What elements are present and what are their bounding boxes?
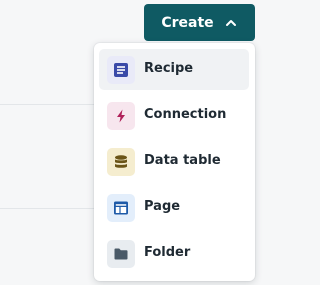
chevron-up-icon bbox=[225, 19, 236, 26]
database-icon bbox=[107, 148, 135, 176]
menu-item-connection[interactable]: Connection bbox=[99, 95, 249, 136]
lightning-icon bbox=[107, 102, 135, 130]
background-divider bbox=[0, 208, 100, 209]
create-button-label: Create bbox=[161, 14, 214, 31]
menu-item-recipe[interactable]: Recipe bbox=[99, 49, 249, 90]
create-button[interactable]: Create bbox=[144, 4, 255, 41]
menu-item-page[interactable]: Page bbox=[99, 187, 249, 228]
page-layout-icon bbox=[107, 194, 135, 222]
recipe-icon bbox=[107, 56, 135, 84]
folder-icon bbox=[107, 240, 135, 268]
menu-item-label: Data table bbox=[144, 153, 221, 168]
menu-item-label: Recipe bbox=[144, 61, 194, 76]
create-dropdown-menu: Recipe Connection Data table Page Folder bbox=[94, 43, 255, 281]
menu-item-folder[interactable]: Folder bbox=[99, 233, 249, 274]
menu-item-data-table[interactable]: Data table bbox=[99, 141, 249, 182]
menu-item-label: Connection bbox=[144, 107, 227, 122]
background-divider bbox=[0, 104, 100, 105]
menu-item-label: Folder bbox=[144, 245, 191, 260]
menu-item-label: Page bbox=[144, 199, 181, 214]
